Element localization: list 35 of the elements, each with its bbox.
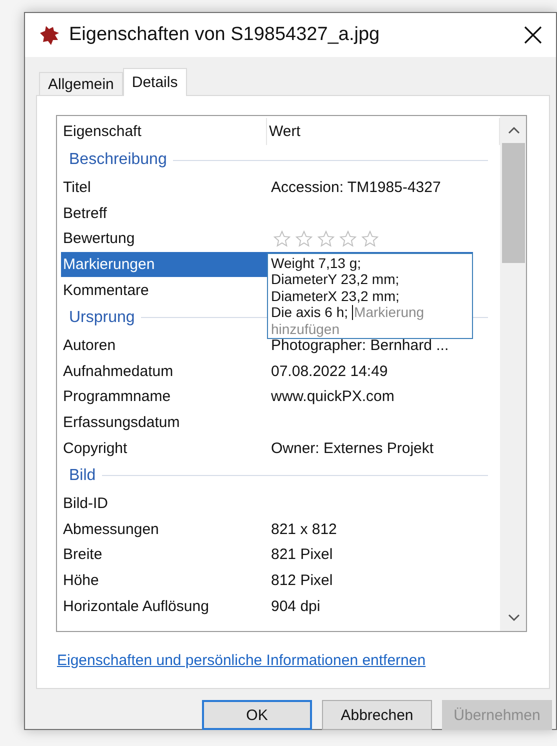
property-value: Accession: TM1985-4327: [271, 179, 441, 196]
property-name[interactable]: Höhe: [61, 568, 267, 594]
tags-input-field[interactable]: Weight 7,13 g; DiameterY 23,2 mm; DiameterX 23,2 mm; Die axis 6 h; Markierung hinzufügen: [267, 252, 473, 339]
property-name[interactable]: Copyright: [61, 435, 267, 461]
column-header[interactable]: Eigenschaft: [61, 118, 267, 145]
property-name[interactable]: Kommentare: [61, 277, 267, 303]
property-name[interactable]: Markierungen: [61, 252, 267, 278]
property-name[interactable]: Breite: [61, 542, 267, 568]
property-name[interactable]: Programmname: [61, 384, 267, 410]
group-title: Bild: [69, 466, 96, 485]
property-name[interactable]: Abmessungen: [61, 516, 267, 542]
property-name[interactable]: Horizontale Auflösung: [61, 593, 267, 619]
property-value: Photographer: Bernhard ...: [271, 337, 449, 354]
window-title: Eigenschaften von S19854327_a.jpg: [69, 24, 381, 46]
property-name[interactable]: Bewertung: [61, 226, 267, 252]
property-value: 07.08.2022 14:49: [271, 362, 388, 380]
dialog-button[interactable]: Abbrechen: [322, 700, 432, 730]
group-title: Beschreibung: [69, 151, 167, 169]
property-value: www.quickPX.com: [271, 388, 394, 406]
property-name[interactable]: Erfassungsdatum: [61, 410, 267, 436]
property-name[interactable]: Titel: [61, 175, 267, 201]
property-name[interactable]: Autoren: [61, 332, 267, 359]
property-name[interactable]: Betreff: [61, 200, 267, 226]
group-title: Ursprung: [69, 308, 135, 327]
tab[interactable]: Details: [122, 68, 187, 96]
property-value: Owner: Externes Projekt: [271, 440, 434, 457]
remove-properties-link[interactable]: Eigenschaften und persönliche Informationen entfernen: [57, 652, 426, 669]
property-value: 821 Pixel: [271, 546, 333, 564]
property-value: 821 x 812: [271, 520, 337, 538]
property-value: 904 dpi: [271, 598, 320, 615]
tab[interactable]: Allgemein: [39, 72, 123, 95]
property-name[interactable]: Aufnahmedatum: [61, 358, 267, 384]
property-value: 812 Pixel: [271, 572, 333, 590]
dialog-button[interactable]: OK: [202, 700, 312, 730]
property-name[interactable]: Bild-ID: [61, 490, 267, 517]
